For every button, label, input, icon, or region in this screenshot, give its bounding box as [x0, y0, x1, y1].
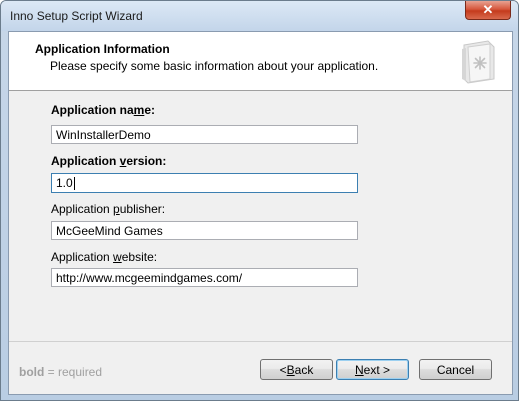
wizard-window: Inno Setup Script Wizard ✕ Application I…	[0, 0, 519, 401]
app-name-label: Application name:	[51, 103, 156, 117]
app-version-label: Application version:	[51, 154, 167, 168]
close-button[interactable]: ✕	[465, 1, 511, 20]
required-legend: bold = required	[19, 365, 103, 379]
app-publisher-label: Application publisher:	[51, 202, 166, 216]
back-button[interactable]: < Back	[260, 359, 333, 380]
page-title: Application Information	[35, 42, 170, 56]
form-area: Application name: WinInstallerDemo Appli…	[9, 91, 512, 309]
text-caret	[73, 177, 75, 191]
page-subtitle: Please specify some basic information ab…	[50, 59, 379, 73]
app-version-input[interactable]: 1.0	[51, 173, 358, 193]
app-publisher-input[interactable]: McGeeMind Games	[51, 221, 358, 240]
wizard-client-area: Application Information Please specify s…	[8, 31, 513, 395]
page-header: Application Information Please specify s…	[9, 32, 512, 91]
app-name-input[interactable]: WinInstallerDemo	[51, 125, 358, 144]
cancel-button[interactable]: Cancel	[419, 359, 492, 380]
close-icon: ✕	[482, 2, 494, 17]
footer-divider	[9, 341, 512, 342]
wizard-page-icon	[462, 40, 495, 84]
window-title: Inno Setup Script Wizard	[10, 9, 143, 23]
app-website-input[interactable]: http://www.mcgeemindgames.com/	[51, 268, 358, 287]
next-button[interactable]: Next >	[336, 359, 409, 380]
app-website-label: Application website:	[51, 250, 158, 264]
title-bar[interactable]: Inno Setup Script Wizard ✕	[1, 1, 518, 31]
